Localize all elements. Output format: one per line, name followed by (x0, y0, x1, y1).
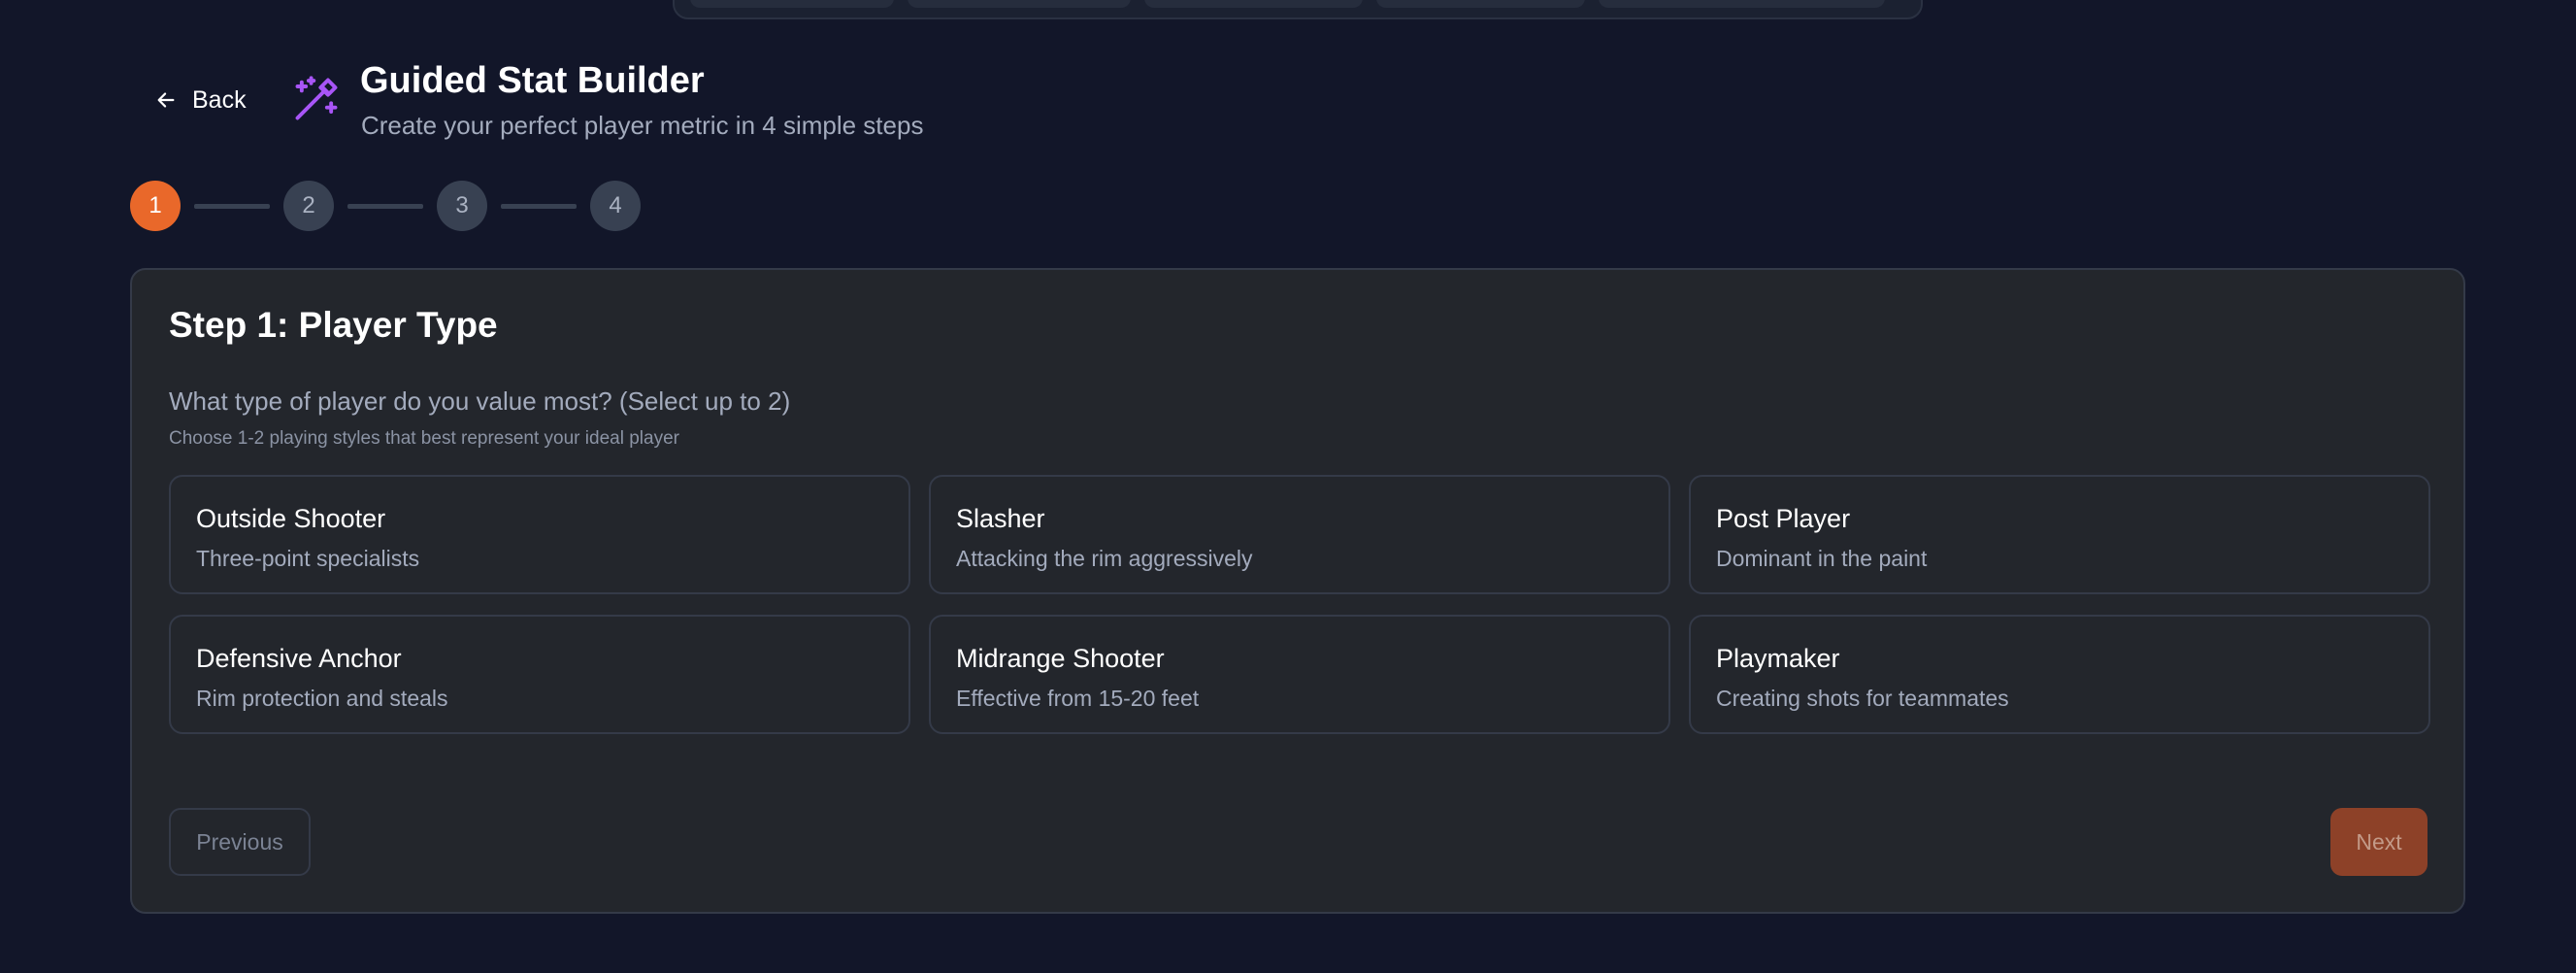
progress-stepper: 1 2 3 4 (130, 181, 641, 231)
option-description: Dominant in the paint (1716, 546, 1928, 571)
magic-wand-icon (295, 76, 338, 120)
option-label: Slasher (956, 504, 1045, 533)
option-midrange-shooter[interactable]: Midrange Shooter Effective from 15-20 fe… (929, 615, 1670, 734)
option-post-player[interactable]: Post Player Dominant in the paint (1689, 475, 2430, 594)
option-label: Defensive Anchor (196, 644, 402, 673)
page-subtitle: Create your perfect player metric in 4 s… (361, 111, 924, 140)
next-button[interactable]: Next (2330, 808, 2427, 876)
arrow-left-icon (157, 92, 175, 108)
step-connector (501, 203, 577, 209)
page-title: Guided Stat Builder (360, 60, 705, 101)
step-question: What type of player do you value most? (… (169, 386, 791, 416)
option-label: Outside Shooter (196, 504, 386, 533)
step-connector (347, 203, 423, 209)
top-navigation-bar (673, 0, 1923, 19)
step-card: Step 1: Player Type What type of player … (130, 268, 2465, 914)
step-indicator-4: 4 (590, 181, 641, 231)
option-description: Effective from 15-20 feet (956, 686, 1200, 711)
option-description: Attacking the rim aggressively (956, 546, 1253, 571)
option-description: Rim protection and steals (196, 686, 448, 711)
previous-button[interactable]: Previous (169, 808, 311, 876)
back-label: Back (192, 85, 247, 114)
player-type-options: Outside Shooter Three-point specialists … (169, 475, 2430, 734)
option-outside-shooter[interactable]: Outside Shooter Three-point specialists (169, 475, 910, 594)
step-connector (194, 203, 270, 209)
option-label: Midrange Shooter (956, 644, 1165, 673)
option-label: Post Player (1716, 504, 1851, 533)
step-indicator-3: 3 (437, 181, 487, 231)
option-slasher[interactable]: Slasher Attacking the rim aggressively (929, 475, 1670, 594)
nav-tab[interactable] (1144, 0, 1363, 8)
option-label: Playmaker (1716, 644, 1840, 673)
step-indicator-2: 2 (283, 181, 334, 231)
nav-tab[interactable] (908, 0, 1131, 8)
nav-tab[interactable] (1599, 0, 1885, 8)
step-title: Step 1: Player Type (169, 305, 498, 345)
option-description: Three-point specialists (196, 546, 420, 571)
step-indicator-1: 1 (130, 181, 181, 231)
nav-tab[interactable] (1376, 0, 1585, 8)
option-playmaker[interactable]: Playmaker Creating shots for teammates (1689, 615, 2430, 734)
nav-tab[interactable] (690, 0, 894, 8)
step-hint: Choose 1-2 playing styles that best repr… (169, 428, 679, 449)
back-button[interactable]: Back (146, 76, 252, 124)
option-defensive-anchor[interactable]: Defensive Anchor Rim protection and stea… (169, 615, 910, 734)
option-description: Creating shots for teammates (1716, 686, 2009, 711)
